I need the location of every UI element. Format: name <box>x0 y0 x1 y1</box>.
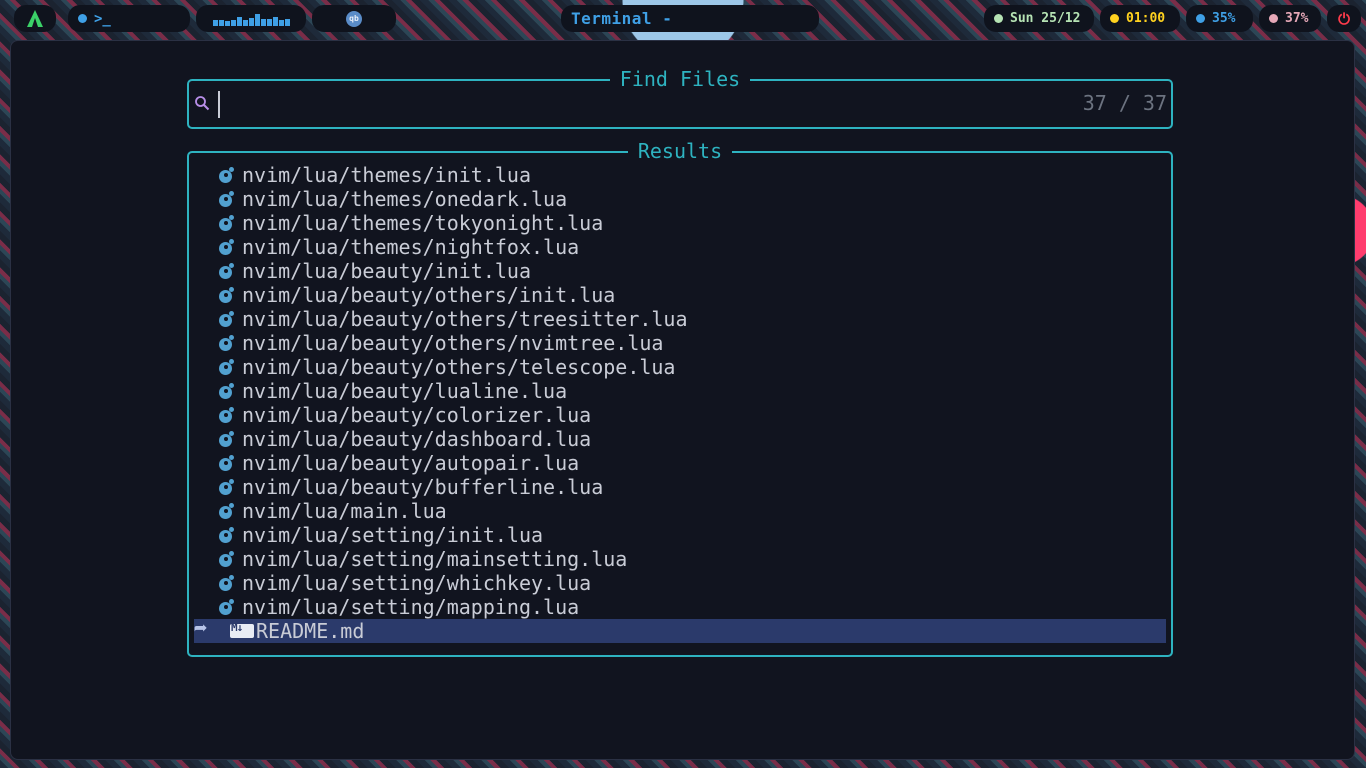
sparkline-icon <box>212 12 290 26</box>
file-path: nvim/lua/beauty/others/treesitter.lua <box>242 307 688 331</box>
file-path: nvim/lua/beauty/autopair.lua <box>242 451 580 475</box>
list-item[interactable]: nvim/lua/setting/mainsetting.lua <box>194 547 1166 571</box>
memory-dot-icon <box>1269 14 1278 23</box>
lua-file-icon <box>218 167 234 183</box>
list-item[interactable]: nvim/lua/themes/init.lua <box>194 163 1166 187</box>
list-item[interactable]: nvim/lua/beauty/colorizer.lua <box>194 403 1166 427</box>
lua-file-icon <box>218 215 234 231</box>
clock-dot-icon <box>1110 14 1119 23</box>
list-item[interactable]: nvim/lua/themes/nightfox.lua <box>194 235 1166 259</box>
lua-file-icon <box>218 311 234 327</box>
selection-arrow-icon: ➦ <box>194 617 208 642</box>
list-item[interactable]: nvim/lua/beauty/lualine.lua <box>194 379 1166 403</box>
date-widget[interactable]: Sun 25/12 <box>984 5 1094 32</box>
lua-file-icon <box>218 503 234 519</box>
file-path: nvim/lua/setting/init.lua <box>242 523 544 547</box>
list-item[interactable]: nvim/lua/setting/mapping.lua <box>194 595 1166 619</box>
lua-file-icon <box>218 335 234 351</box>
file-path: nvim/lua/beauty/others/telescope.lua <box>242 355 676 379</box>
window-title-pill: Terminal - <box>561 5 819 32</box>
lua-file-icon <box>218 455 234 471</box>
window-title: Terminal - <box>571 9 673 28</box>
lua-file-icon <box>218 431 234 447</box>
clock-widget[interactable]: 01:00 <box>1100 5 1180 32</box>
find-files-prompt: Find Files 37 / 37 <box>187 67 1173 129</box>
list-item[interactable]: nvim/lua/beauty/others/init.lua <box>194 283 1166 307</box>
result-counter: 37 / 37 <box>1082 91 1167 115</box>
arch-logo-icon <box>27 10 43 27</box>
selected-list-item[interactable]: ➦ README.md <box>194 619 1166 643</box>
lua-file-icon <box>218 575 234 591</box>
list-item[interactable]: nvim/lua/beauty/init.lua <box>194 259 1166 283</box>
search-icon <box>195 96 210 111</box>
lua-file-icon <box>218 479 234 495</box>
prompt-title: Find Files <box>609 67 751 91</box>
lua-file-icon <box>218 527 234 543</box>
list-item[interactable]: nvim/lua/beauty/bufferline.lua <box>194 475 1166 499</box>
launcher-button[interactable] <box>14 5 56 32</box>
file-path: nvim/lua/main.lua <box>242 499 447 523</box>
battery-text: 35% <box>1212 11 1236 26</box>
power-icon: ⏻ <box>1338 9 1350 28</box>
workspace-terminal[interactable]: >_ <box>68 5 190 32</box>
file-path: nvim/lua/beauty/dashboard.lua <box>242 427 592 451</box>
qbittorrent-icon: qb <box>346 10 362 27</box>
lua-file-icon <box>218 191 234 207</box>
list-item[interactable]: nvim/lua/main.lua <box>194 499 1166 523</box>
file-path: README.md <box>256 619 365 643</box>
file-path: nvim/lua/setting/mainsetting.lua <box>242 547 628 571</box>
list-item[interactable]: nvim/lua/beauty/others/treesitter.lua <box>194 307 1166 331</box>
list-item[interactable]: nvim/lua/setting/init.lua <box>194 523 1166 547</box>
terminal-icon: >_ <box>94 10 111 27</box>
memory-widget[interactable]: 37% <box>1259 5 1321 32</box>
workspace-dot-icon <box>78 14 87 23</box>
list-item[interactable]: nvim/lua/themes/tokyonight.lua <box>194 211 1166 235</box>
lua-file-icon <box>218 239 234 255</box>
list-item[interactable]: nvim/lua/themes/onedark.lua <box>194 187 1166 211</box>
file-path: nvim/lua/beauty/others/nvimtree.lua <box>242 331 664 355</box>
battery-widget[interactable]: 35% <box>1186 5 1253 32</box>
results-panel: Results nvim/lua/themes/init.lua nvim/lu… <box>187 139 1173 657</box>
lua-file-icon <box>218 599 234 615</box>
battery-dot-icon <box>1196 14 1205 23</box>
file-path: nvim/lua/setting/whichkey.lua <box>242 571 592 595</box>
results-title: Results <box>627 139 733 163</box>
lua-file-icon <box>218 383 234 399</box>
lua-file-icon <box>218 551 234 567</box>
results-list: nvim/lua/themes/init.lua nvim/lua/themes… <box>194 163 1166 643</box>
file-path: nvim/lua/beauty/others/init.lua <box>242 283 616 307</box>
search-input[interactable] <box>223 89 1043 119</box>
file-path: nvim/lua/beauty/lualine.lua <box>242 379 568 403</box>
file-path: nvim/lua/themes/onedark.lua <box>242 187 568 211</box>
file-path: nvim/lua/themes/tokyonight.lua <box>242 211 604 235</box>
lua-file-icon <box>218 407 234 423</box>
top-bar: >_ qb Terminal - Sun 25/12 01:00 35% 37%… <box>0 0 1366 36</box>
lua-file-icon <box>218 287 234 303</box>
text-cursor <box>218 91 220 118</box>
power-button[interactable]: ⏻ <box>1327 5 1361 32</box>
file-path: nvim/lua/beauty/colorizer.lua <box>242 403 592 427</box>
clock-text: 01:00 <box>1126 11 1166 26</box>
date-dot-icon <box>994 14 1003 23</box>
list-item[interactable]: nvim/lua/setting/whichkey.lua <box>194 571 1166 595</box>
file-path: nvim/lua/themes/init.lua <box>242 163 531 187</box>
terminal-window: Find Files 37 / 37 Results nvim/lua/them… <box>10 40 1355 760</box>
file-path: nvim/lua/setting/mapping.lua <box>242 595 580 619</box>
file-path: nvim/lua/beauty/init.lua <box>242 259 531 283</box>
file-path: nvim/lua/themes/nightfox.lua <box>242 235 580 259</box>
list-item[interactable]: nvim/lua/beauty/others/telescope.lua <box>194 355 1166 379</box>
memory-text: 37% <box>1285 11 1309 26</box>
lua-file-icon <box>218 359 234 375</box>
cpu-graph-widget <box>196 5 306 32</box>
list-item[interactable]: nvim/lua/beauty/autopair.lua <box>194 451 1166 475</box>
list-item[interactable]: nvim/lua/beauty/dashboard.lua <box>194 427 1166 451</box>
file-path: nvim/lua/beauty/bufferline.lua <box>242 475 604 499</box>
qbittorrent-tray[interactable]: qb <box>312 5 396 32</box>
lua-file-icon <box>218 263 234 279</box>
markdown-file-icon <box>230 621 254 638</box>
date-text: Sun 25/12 <box>1010 11 1081 26</box>
list-item[interactable]: nvim/lua/beauty/others/nvimtree.lua <box>194 331 1166 355</box>
